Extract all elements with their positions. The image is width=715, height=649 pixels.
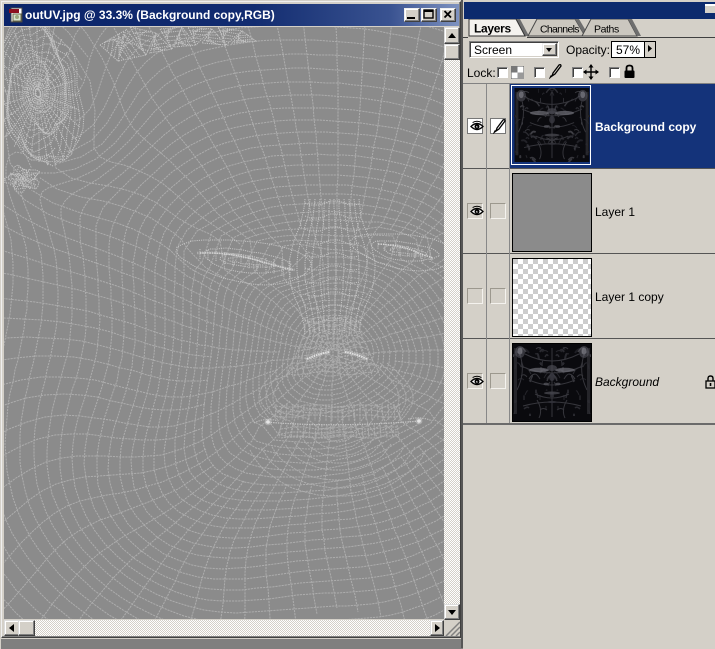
svg-text:Layers: Layers [474,22,512,36]
svg-text:Paths: Paths [594,24,619,36]
svg-text:Channels: Channels [540,24,579,36]
